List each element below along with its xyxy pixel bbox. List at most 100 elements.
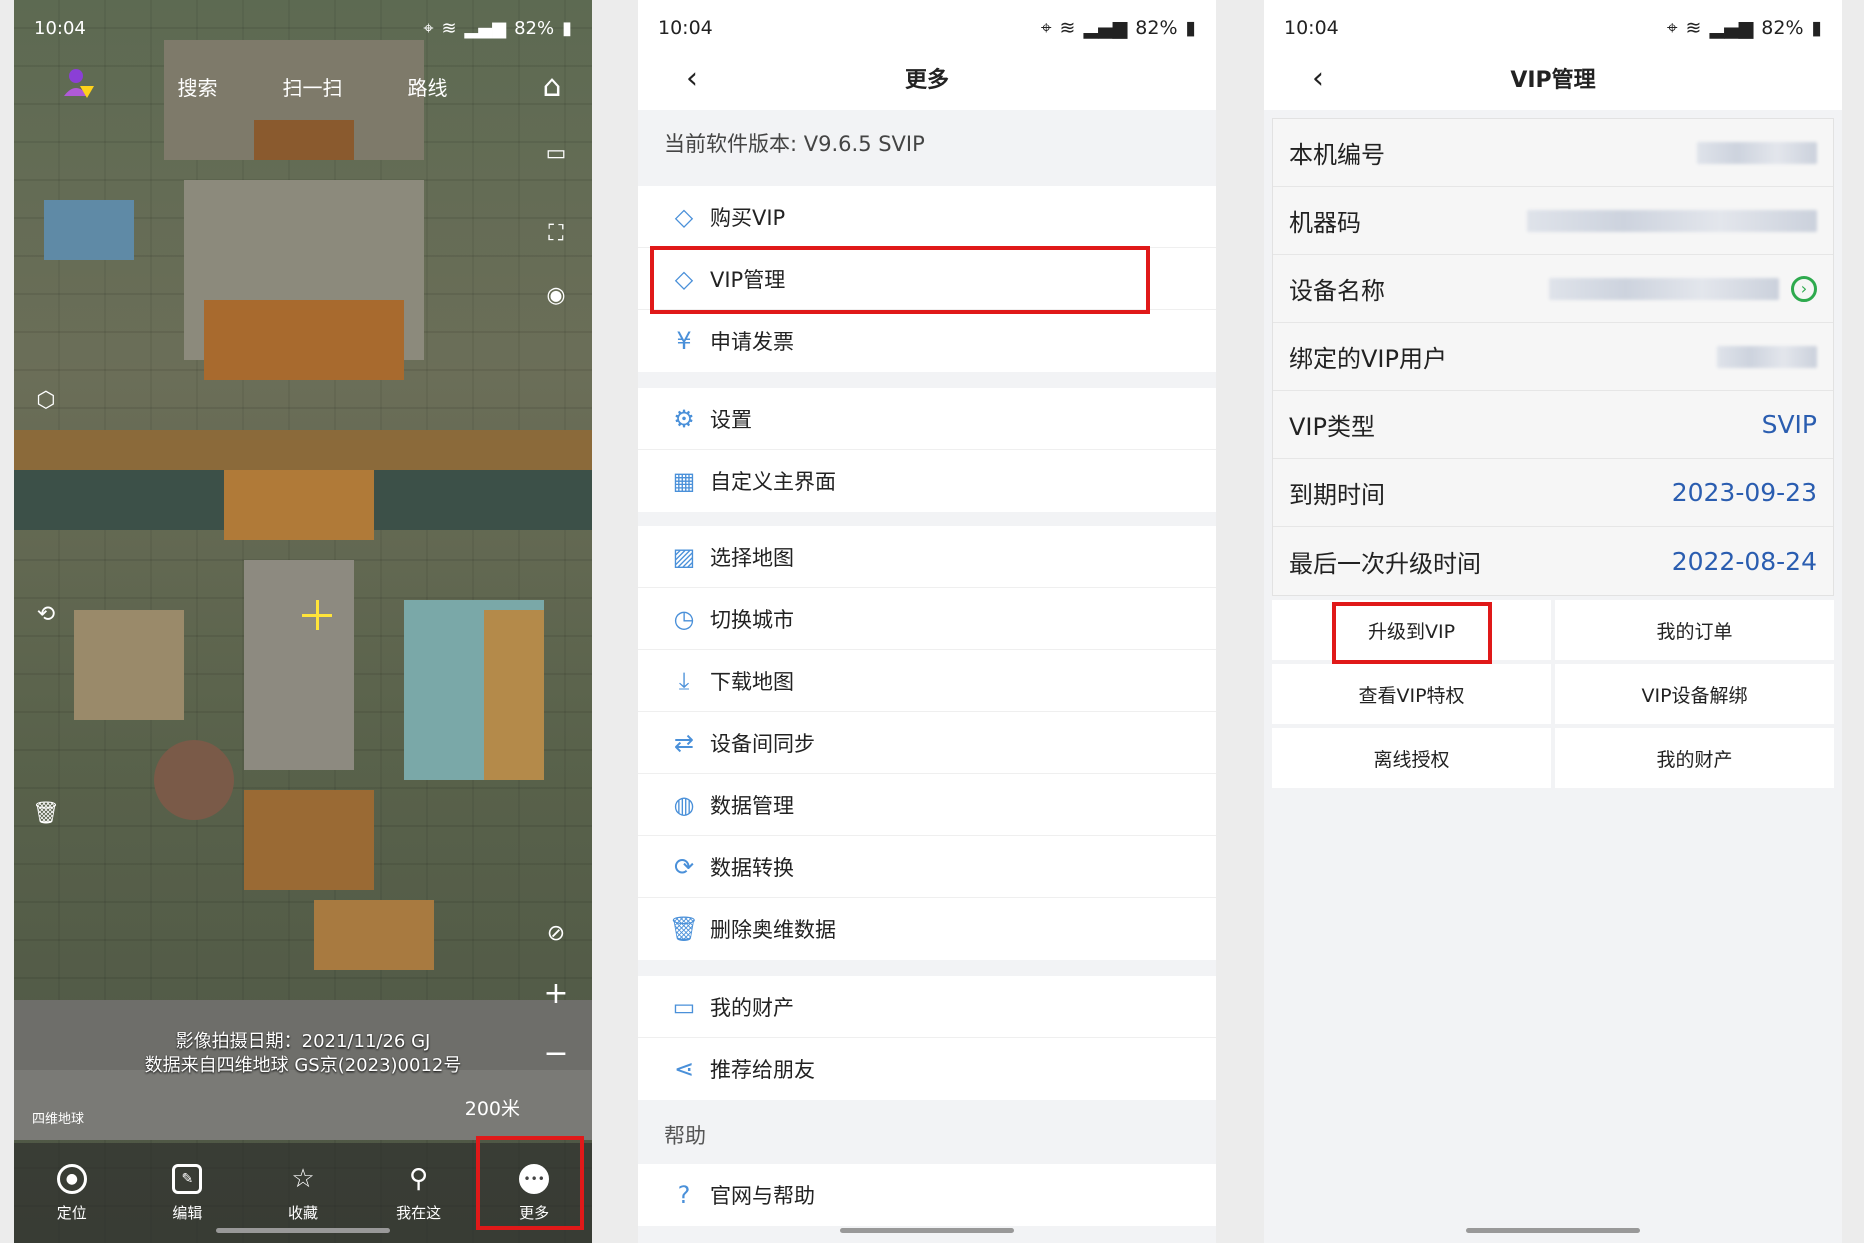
image-date-label: 影像拍摄日期：2021/11/26 GJ xyxy=(175,1031,431,1052)
info-row-machine-code: 机器码 xyxy=(1273,187,1833,255)
redacted-value xyxy=(1697,141,1817,164)
tab-locate[interactable]: ● 定位 xyxy=(14,1143,130,1243)
last-upgrade-value: 2022-08-24 xyxy=(1671,546,1817,576)
battery-level: 82% xyxy=(514,17,555,39)
info-row-device-name[interactable]: 设备名称 › xyxy=(1273,255,1833,323)
edit-icon: ✎ xyxy=(172,1163,203,1194)
signal-icon: ▂▄▆ xyxy=(464,17,507,39)
menu-recommend[interactable]: ⋖ 推荐给朋友 xyxy=(638,1038,1216,1100)
page-title: VIP管理 xyxy=(1510,68,1596,93)
location-icon: ⌖ xyxy=(1040,17,1052,39)
wifi-icon: ≋ xyxy=(1059,17,1076,39)
status-bar: 10:04 ⌖ ≋ ▂▄▆ 82% ▮ xyxy=(658,14,1196,42)
city-icon: ◷ xyxy=(673,604,695,633)
more-screen: 10:04 ⌖ ≋ ▂▄▆ 82% ▮ ‹ 更多 当前软件版本: V9.6.5 … xyxy=(638,0,1216,1243)
info-row-vip-type: VIP类型 SVIP xyxy=(1273,391,1833,459)
redacted-value xyxy=(1717,345,1817,368)
settings-group: ⚙ 设置 ▦ 自定义主界面 xyxy=(638,388,1216,512)
locate-icon: ● xyxy=(56,1163,87,1194)
zoom-in-icon[interactable]: + xyxy=(538,975,574,1011)
home-indicator xyxy=(840,1228,1014,1233)
signal-icon: ▂▄▆ xyxy=(1083,17,1128,39)
share-icon: ⋖ xyxy=(673,1055,695,1083)
home-icon[interactable]: ⌂ xyxy=(532,66,572,106)
wifi-icon: ≋ xyxy=(1685,17,1702,39)
info-row-expiry: 到期时间 2023-09-23 xyxy=(1273,459,1833,527)
unbind-device-button[interactable]: VIP设备解绑 xyxy=(1555,664,1834,724)
map-group: ▨ 选择地图 ◷ 切换城市 ⤓ 下载地图 ⇄ 设备间同步 ◍ 数据管理 ⟳ 数据转换 🗑 删除… xyxy=(638,526,1216,960)
info-row-device-id: 本机编号 xyxy=(1273,119,1833,187)
diamond-icon: ◇ xyxy=(674,202,694,231)
trash-icon[interactable]: 🗑 xyxy=(28,795,64,831)
highlight-more-tab xyxy=(476,1136,584,1230)
my-assets-button[interactable]: 我的财产 xyxy=(1555,728,1834,788)
battery-icon: ▮ xyxy=(562,17,572,39)
chevron-right-icon[interactable]: › xyxy=(1791,275,1817,302)
back-icon[interactable]: ‹ xyxy=(674,60,710,96)
menu-delete-data[interactable]: 🗑 删除奥维数据 xyxy=(638,898,1216,960)
battery-icon: ▮ xyxy=(1185,17,1196,39)
menu-my-assets[interactable]: ▭ 我的财产 xyxy=(638,976,1216,1038)
globe-icon: ◍ xyxy=(673,790,695,819)
brand-logo: 四维地球 xyxy=(32,1112,85,1127)
route-button[interactable]: 路线 xyxy=(370,72,485,101)
location-icon: ⌖ xyxy=(1666,17,1678,39)
menu-buy-vip[interactable]: ◇ 购买VIP xyxy=(638,186,1216,248)
gear-icon: ⚙ xyxy=(673,404,695,433)
scan-button[interactable]: 扫一扫 xyxy=(255,72,370,101)
rotate-icon[interactable]: ⟲ xyxy=(28,596,64,632)
menu-data-convert[interactable]: ⟳ 数据转换 xyxy=(638,836,1216,898)
status-bar: 10:04 ⌖ ≋ ▂▄▆ 82% ▮ xyxy=(34,14,572,42)
vip-manage-screen: 10:04 ⌖ ≋ ▂▄▆ 82% ▮ ‹ VIP管理 本机编号 机器码 设备名… xyxy=(1264,0,1842,1243)
wallet-icon: ▭ xyxy=(672,992,696,1021)
highlight-vip-manage xyxy=(650,246,1150,314)
page-title: 更多 xyxy=(904,68,949,93)
my-orders-button[interactable]: 我的订单 xyxy=(1555,600,1834,660)
vip-type-value: SVIP xyxy=(1761,410,1817,439)
battery-icon: ▮ xyxy=(1811,17,1822,39)
menu-settings[interactable]: ⚙ 设置 xyxy=(638,388,1216,450)
back-icon[interactable]: ‹ xyxy=(1300,60,1336,96)
map-scale: 200米 xyxy=(464,1098,520,1120)
battery-level: 82% xyxy=(1135,17,1178,39)
menu-help[interactable]: ? 官网与帮助 xyxy=(638,1164,1216,1226)
redacted-value xyxy=(1549,277,1779,300)
vip-privileges-button[interactable]: 查看VIP特权 xyxy=(1272,664,1551,724)
menu-download-map[interactable]: ⤓ 下载地图 xyxy=(638,650,1216,712)
wifi-icon: ≋ xyxy=(441,17,457,39)
download-icon: ⤓ xyxy=(678,666,690,695)
star-icon: ☆ xyxy=(291,1163,315,1194)
map-layer-icon[interactable]: ▭ xyxy=(538,135,574,171)
3d-cube-icon[interactable]: ⬡ xyxy=(28,382,64,418)
fullscreen-icon[interactable]: ⛶ xyxy=(538,215,574,251)
trash-icon: 🗑 xyxy=(668,915,700,943)
invoice-icon: ¥ xyxy=(676,327,692,355)
user-avatar-icon[interactable] xyxy=(60,66,100,106)
info-row-last-upgrade: 最后一次升级时间 2022-08-24 xyxy=(1273,527,1833,595)
expiry-value: 2023-09-23 xyxy=(1671,478,1817,507)
assets-group: ▭ 我的财产 ⋖ 推荐给朋友 xyxy=(638,976,1216,1100)
home-indicator xyxy=(1466,1228,1640,1233)
menu-sync[interactable]: ⇄ 设备间同步 xyxy=(638,712,1216,774)
pin-icon: ⚲ xyxy=(409,1163,429,1194)
map-top-bar: 搜索 扫一扫 路线 ⌂ xyxy=(60,58,572,114)
help-icon: ? xyxy=(677,1181,691,1209)
map-icon: ▨ xyxy=(672,542,696,571)
menu-customize[interactable]: ▦ 自定义主界面 xyxy=(638,450,1216,512)
status-bar: 10:04 ⌖ ≋ ▂▄▆ 82% ▮ xyxy=(1284,14,1822,42)
status-time: 10:04 xyxy=(1284,17,1339,39)
menu-switch-city[interactable]: ◷ 切换城市 xyxy=(638,588,1216,650)
vip-info-card: 本机编号 机器码 设备名称 › 绑定的VIP用户 VIP类型 SVIP 到期时间… xyxy=(1272,118,1834,596)
highlight-upgrade-vip xyxy=(1332,602,1492,664)
nav-bar: ‹ 更多 xyxy=(638,50,1216,106)
menu-data-manage[interactable]: ◍ 数据管理 xyxy=(638,774,1216,836)
offline-auth-button[interactable]: 离线授权 xyxy=(1272,728,1551,788)
signal-icon: ▂▄▆ xyxy=(1709,17,1754,39)
menu-select-map[interactable]: ▨ 选择地图 xyxy=(638,526,1216,588)
search-button[interactable]: 搜索 xyxy=(140,72,255,101)
menu-invoice[interactable]: ¥ 申请发票 xyxy=(638,310,1216,372)
help-section-label: 帮助 xyxy=(664,1124,706,1148)
data-source-label: 数据来自四维地球 GS京(2023)0012号 xyxy=(144,1055,462,1076)
ruler-icon[interactable]: ⊘ xyxy=(538,915,574,951)
camera-icon[interactable]: ◉ xyxy=(538,277,574,313)
